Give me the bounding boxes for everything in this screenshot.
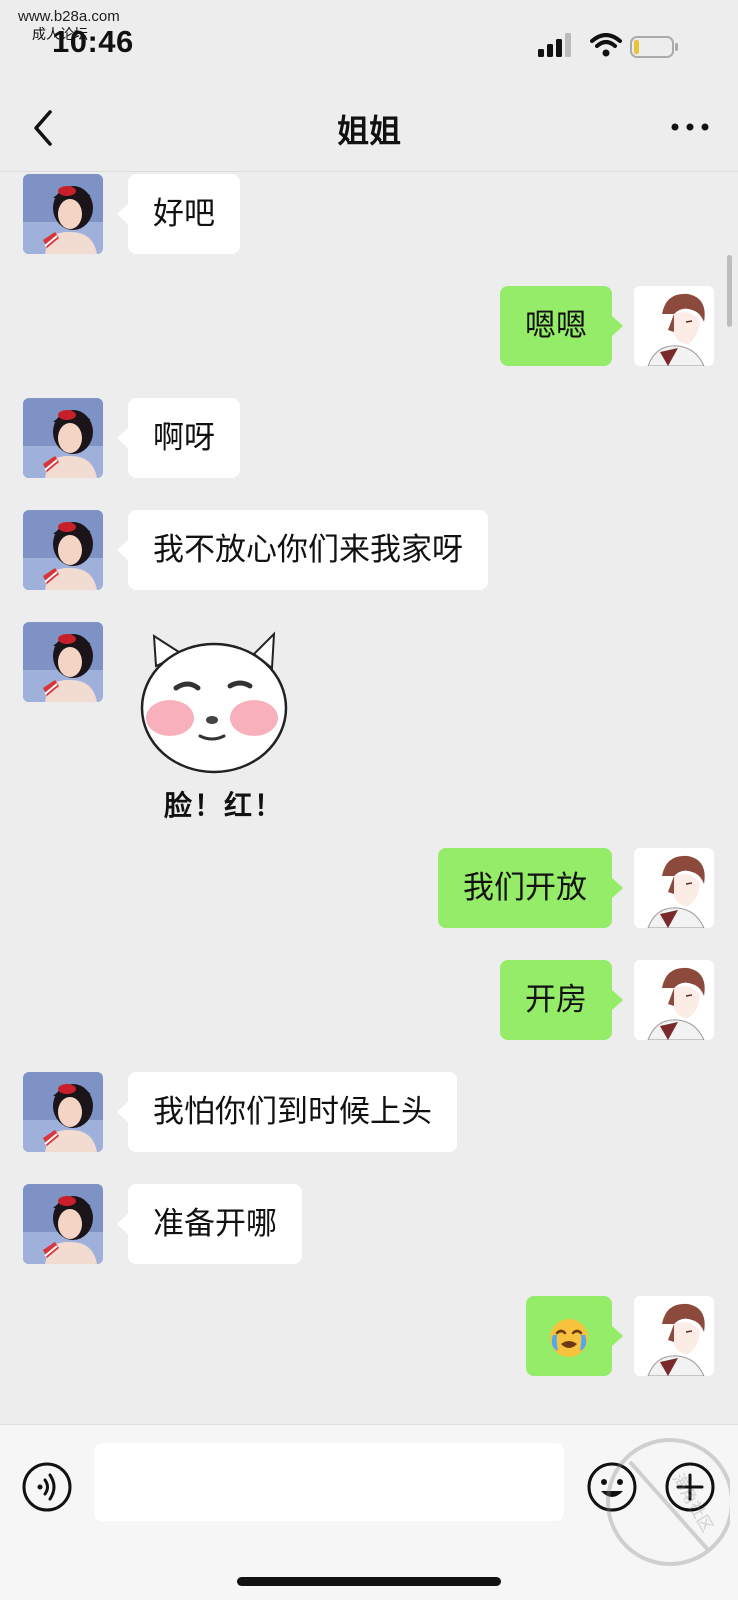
avatar-girl-icon xyxy=(23,1184,103,1264)
avatar-boy-icon xyxy=(634,848,714,928)
message-bubble[interactable]: 准备开哪 xyxy=(117,1184,302,1264)
sticker-caption: 脸！红！ xyxy=(164,789,285,822)
more-dots-icon[interactable] xyxy=(668,112,712,142)
watermark-site-text: www.b28a.com xyxy=(18,8,120,25)
plus-icon[interactable] xyxy=(664,1461,716,1513)
avatar-girl-icon xyxy=(23,1072,103,1152)
avatar-girl-icon xyxy=(23,174,103,254)
avatar-sister[interactable] xyxy=(23,622,103,702)
home-indicator[interactable] xyxy=(237,1577,501,1586)
message-bubble[interactable]: 好吧 xyxy=(117,174,240,254)
message-bubble[interactable]: 我们开放 xyxy=(438,848,623,928)
message-bubble[interactable] xyxy=(526,1296,623,1376)
avatar-sister[interactable] xyxy=(23,1184,103,1264)
message-bubble[interactable]: 开房 xyxy=(500,960,623,1040)
voice-icon[interactable] xyxy=(21,1461,73,1513)
avatar-sister[interactable] xyxy=(23,1072,103,1152)
chat-header: 姐姐 xyxy=(0,82,738,172)
crying-face-icon xyxy=(550,1318,588,1357)
chat-message-list[interactable]: 好吧 嗯嗯 啊呀 我不放心你们来我家呀 脸！红！ 我们开放 开房 我怕你们到时候… xyxy=(0,172,738,1424)
avatar-boy-icon xyxy=(634,1296,714,1376)
blushing-sticker[interactable]: 脸！红！ xyxy=(134,626,290,822)
avatar-girl-icon xyxy=(23,398,103,478)
battery-icon xyxy=(630,36,678,58)
message-bubble[interactable]: 我怕你们到时候上头 xyxy=(117,1072,457,1152)
avatar-girl-icon xyxy=(23,622,103,702)
input-bar xyxy=(0,1424,738,1600)
message-input[interactable] xyxy=(94,1443,564,1521)
avatar-me[interactable] xyxy=(634,848,714,928)
message-bubble[interactable]: 我不放心你们来我家呀 xyxy=(117,510,488,590)
avatar-sister[interactable] xyxy=(23,174,103,254)
avatar-sister[interactable] xyxy=(23,398,103,478)
signal-icon xyxy=(538,33,571,57)
status-time: 10:46 xyxy=(52,24,134,59)
avatar-boy-icon xyxy=(634,960,714,1040)
emoji-icon[interactable] xyxy=(586,1461,638,1513)
avatar-girl-icon xyxy=(23,510,103,590)
status-icons xyxy=(538,33,708,58)
scrollbar[interactable] xyxy=(727,255,732,327)
chat-title: 姐姐 xyxy=(336,112,401,150)
blushing-cat-face-icon xyxy=(140,631,288,774)
avatar-sister[interactable] xyxy=(23,510,103,590)
avatar-boy-icon xyxy=(634,286,714,366)
message-bubble[interactable]: 嗯嗯 xyxy=(500,286,623,366)
message-bubble[interactable]: 啊呀 xyxy=(117,398,240,478)
avatar-me[interactable] xyxy=(634,960,714,1040)
avatar-me[interactable] xyxy=(634,286,714,366)
wifi-icon xyxy=(590,33,622,57)
avatar-me[interactable] xyxy=(634,1296,714,1376)
status-bar: www.b28a.com 成人论坛 10:46 xyxy=(0,0,738,82)
